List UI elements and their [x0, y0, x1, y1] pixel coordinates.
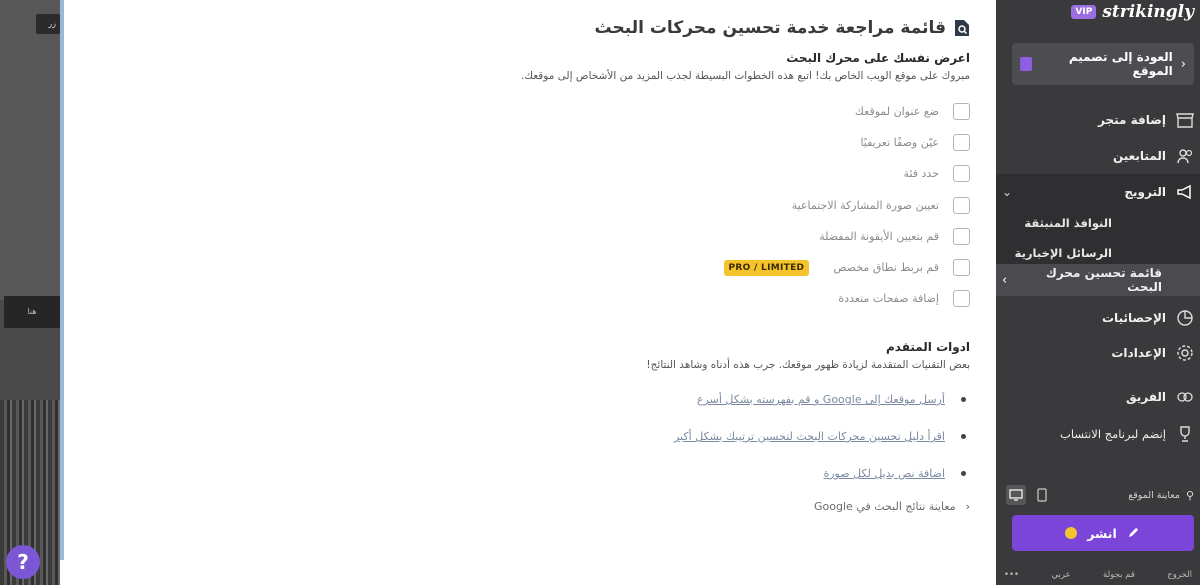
back-to-design-button[interactable]: ‹ العودة إلى تصميم الموقع: [1012, 43, 1194, 85]
advanced-links: أرسل موقعك إلى Google و قم بفهرسته بشكل …: [570, 381, 970, 520]
google-preview-toggle[interactable]: ‹ معاينة نتائج البحث في Google: [570, 492, 970, 520]
chart-icon: [1176, 309, 1194, 327]
panel-header: قائمة مراجعة خدمة تحسين محركات البحث: [595, 18, 970, 38]
sidebar-item-affiliate[interactable]: إنضم لبرنامج الانتساب: [996, 416, 1200, 452]
sidebar-item-store[interactable]: إضافة متجر: [996, 102, 1200, 138]
list-item: أرسل موقعك إلى Google و قم بفهرسته بشكل …: [570, 381, 970, 418]
preview-site-link[interactable]: معاينة الموقع: [1058, 490, 1180, 501]
desktop-view-button[interactable]: [1006, 485, 1026, 505]
sidebar-item-seo-checklist[interactable]: قائمة تحسين محرك البحث ›: [996, 264, 1200, 296]
chevron-left-icon: ‹: [1180, 56, 1186, 72]
sidebar-item-team[interactable]: الفريق: [996, 379, 1200, 415]
sidebar-item-popups[interactable]: النوافذ المنبثقة: [996, 208, 1200, 238]
bullet-icon: [961, 434, 966, 439]
alt-text-link[interactable]: اضافة نص بديل لكل صورة: [823, 467, 945, 480]
submit-google-link[interactable]: أرسل موقعك إلى Google و قم بفهرسته بشكل …: [697, 393, 945, 406]
checklist-item[interactable]: قم بتعيين الأيقونة المفضلة: [550, 221, 970, 252]
sidebar-item-promotion[interactable]: الترويج ⌄: [996, 174, 1200, 210]
sidebar-item-followers[interactable]: المتابعين: [996, 138, 1200, 174]
advanced-heading: ادوات المتقدم: [885, 340, 970, 354]
help-button[interactable]: ?: [6, 545, 40, 579]
checklist-item[interactable]: قم بربط نطاق مخصص PRO / LIMITED: [550, 252, 970, 283]
users-icon: [1176, 147, 1194, 165]
logout-link[interactable]: الخروج: [1167, 570, 1192, 580]
language-link[interactable]: عربي: [1051, 570, 1070, 580]
checkbox[interactable]: [953, 259, 970, 277]
page-title: قائمة مراجعة خدمة تحسين محركات البحث: [594, 18, 946, 38]
chevron-left-icon: ›: [1002, 272, 1008, 288]
checkbox[interactable]: [953, 134, 970, 152]
intro-text: مبروك على موقع الويب الخاص بك! اتبع هذه …: [521, 70, 970, 82]
preview-button[interactable]: زر: [36, 14, 60, 34]
checklist-item[interactable]: عيّن وصفًا تعريفيًا: [550, 127, 970, 158]
checklist-item[interactable]: إضافة صفحات متعددة: [550, 283, 970, 314]
brand: strikingly VIP: [1071, 2, 1194, 22]
trophy-icon: [1176, 425, 1194, 443]
chevron-down-icon: ⌄: [1002, 185, 1013, 199]
tour-link[interactable]: قم بجولة: [1103, 570, 1135, 580]
intro-heading: اعرض نفسك على محرك البحث: [786, 51, 970, 65]
team-icon: [1176, 388, 1194, 406]
checklist-item[interactable]: تعيين صورة المشاركة الاجتماعية: [550, 190, 970, 221]
logo: strikingly: [1102, 2, 1194, 22]
search-icon: ⚲: [1185, 488, 1194, 502]
doc-search-icon: [954, 19, 970, 37]
pro-badge: PRO / LIMITED: [723, 259, 810, 276]
list-item: اضافة نص بديل لكل صورة: [570, 455, 970, 492]
checklist-item[interactable]: حدد فئة: [550, 158, 970, 189]
vip-badge: VIP: [1071, 5, 1097, 19]
list-item: اقرأ دليل تحسين محركات البحث لتحسين ترتي…: [570, 418, 970, 455]
seo-checklist-panel: قائمة مراجعة خدمة تحسين محركات البحث اعر…: [64, 0, 996, 585]
site-preview-background: زر هنا: [0, 0, 60, 585]
sidebar-item-analytics[interactable]: الإحصائيات: [996, 300, 1200, 336]
smile-icon: [1065, 527, 1078, 539]
checklist-item[interactable]: ضع عنوان لموقعك: [550, 96, 970, 127]
checkbox[interactable]: [953, 290, 970, 308]
sidebar-footer: الخروج قم بجولة عربي •••: [996, 565, 1200, 585]
chevron-left-icon: ‹: [965, 499, 970, 513]
store-icon: [1176, 111, 1194, 129]
preview-top-area: [0, 0, 60, 300]
checkbox[interactable]: [953, 196, 970, 214]
mobile-view-button[interactable]: [1032, 485, 1052, 505]
preview-input[interactable]: هنا: [4, 296, 60, 328]
bullet-icon: [961, 397, 966, 402]
checkbox[interactable]: [953, 103, 970, 121]
design-icon: [1020, 57, 1032, 71]
publish-button[interactable]: انشر: [1012, 515, 1194, 551]
seo-checklist: ضع عنوان لموقعك عيّن وصفًا تعريفيًا حدد …: [550, 96, 970, 314]
editor-sidebar: strikingly VIP ‹ العودة إلى تصميم الموقع…: [996, 0, 1200, 585]
preview-tools: ⚲ معاينة الموقع: [1006, 484, 1194, 506]
bullet-icon: [961, 471, 966, 476]
sidebar-item-settings[interactable]: الإعدادات: [996, 335, 1200, 371]
checkbox[interactable]: [953, 165, 970, 183]
megaphone-icon: [1176, 183, 1194, 201]
advanced-text: بعض التقنيات المتقدمة لزيادة ظهور موقعك.…: [646, 359, 970, 371]
gear-icon: [1176, 344, 1194, 362]
seo-guide-link[interactable]: اقرأ دليل تحسين محركات البحث لتحسين ترتي…: [674, 430, 945, 443]
more-icon[interactable]: •••: [1004, 570, 1019, 580]
checkbox[interactable]: [953, 227, 970, 245]
rocket-icon: [1127, 524, 1141, 543]
